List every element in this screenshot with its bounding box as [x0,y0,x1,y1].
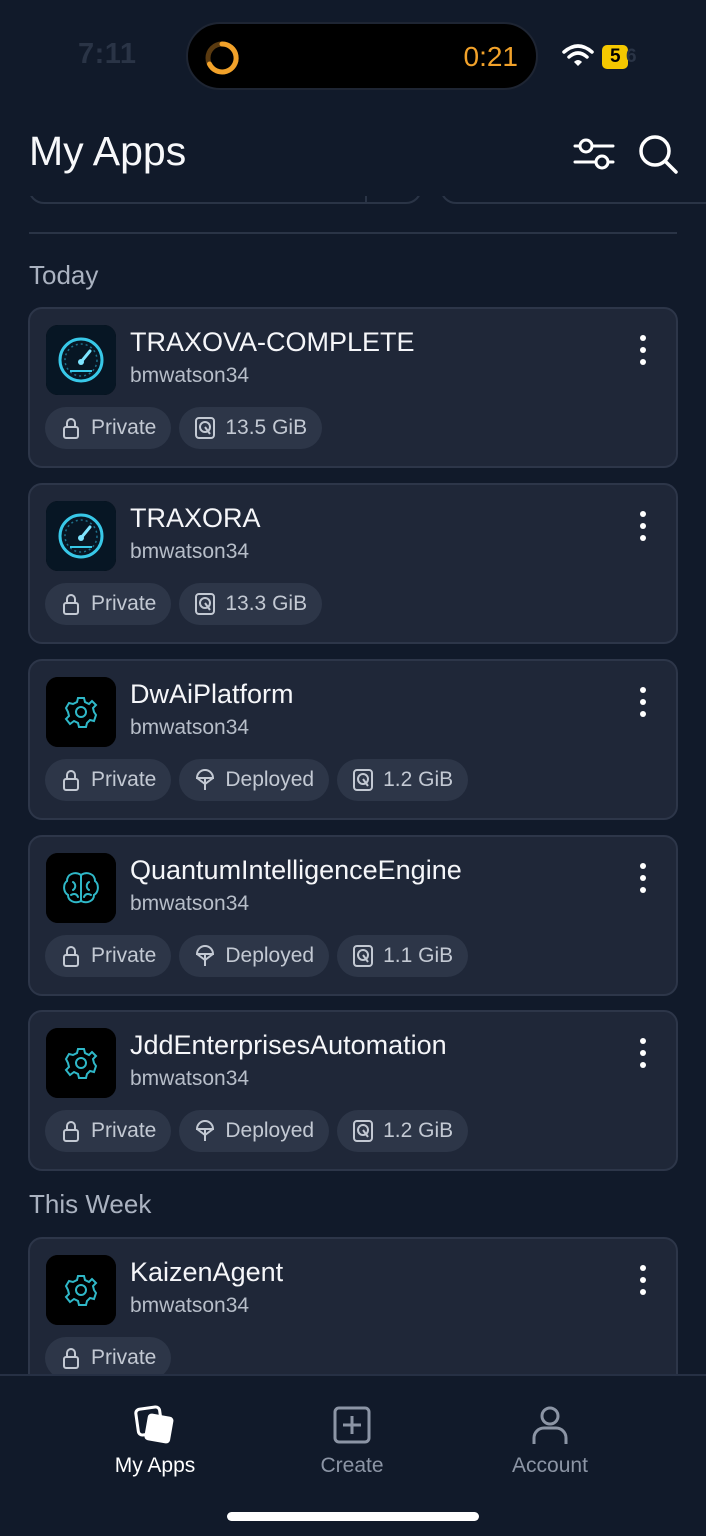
lock-icon [63,594,79,615]
page-title: My Apps [29,128,187,174]
app-card[interactable]: JddEnterprisesAutomation bmwatson34 Priv… [28,1010,678,1171]
size-badge: 1.2 GiB [337,759,469,801]
visibility-badge: Private [45,1110,172,1152]
speedometer-icon [46,501,116,571]
visibility-label: Private [91,1346,157,1369]
app-name: QuantumIntelligenceEngine [130,855,462,885]
lock-icon [63,770,79,791]
apps-list[interactable]: Today TRAXOVA-COMPLETE bmwatson34 Privat… [0,0,706,1374]
app-owner: bmwatson34 [130,716,250,739]
visibility-label: Private [91,1119,157,1142]
tab-label: Create [320,1454,384,1477]
disk-icon [195,593,216,615]
visibility-label: Private [91,768,157,791]
app-card[interactable]: DwAiPlatform bmwatson34 Private Deployed… [28,659,678,820]
home-indicator[interactable] [227,1512,479,1521]
deploy-icon [196,769,215,790]
tab-account[interactable]: Account [470,1404,630,1478]
deploy-icon [196,945,215,966]
app-name: TRAXOVA-COMPLETE [130,327,415,357]
deployed-badge: Deployed [179,935,330,977]
app-name: KaizenAgent [130,1257,284,1287]
search-icon[interactable] [637,133,679,175]
tab-my-apps[interactable]: My Apps [75,1404,235,1478]
deployed-badge: Deployed [179,1110,330,1152]
size-badge: 13.3 GiB [179,583,323,625]
more-options-icon[interactable] [630,685,656,719]
list-divider [29,232,677,234]
app-card[interactable]: QuantumIntelligenceEngine bmwatson34 Pri… [28,835,678,996]
size-label: 1.2 GiB [383,1119,454,1142]
deploy-icon [196,1120,215,1141]
app-card[interactable]: TRAXOVA-COMPLETE bmwatson34 Private 13.5… [28,307,678,468]
disk-icon [353,1120,374,1142]
size-label: 1.1 GiB [383,944,454,967]
gear-icon [46,1028,116,1098]
stacked-cards-icon [134,1405,174,1444]
app-name: DwAiPlatform [130,679,294,709]
visibility-label: Private [91,944,157,967]
visibility-badge: Private [45,583,172,625]
app-owner: bmwatson34 [130,892,250,915]
deployed-label: Deployed [225,944,315,967]
disk-icon [195,417,216,439]
lock-icon [63,1348,79,1369]
disk-icon [353,769,374,791]
app-owner: bmwatson34 [130,364,250,387]
gear-icon [46,1255,116,1325]
app-card[interactable]: TRAXORA bmwatson34 Private 13.3 GiB [28,483,678,644]
filter-sliders-icon[interactable] [573,134,615,174]
size-badge: 13.5 GiB [179,407,323,449]
visibility-badge: Private [45,1337,172,1374]
size-label: 1.2 GiB [383,768,454,791]
deployed-label: Deployed [225,768,315,791]
lock-icon [63,946,79,967]
lock-icon [63,418,79,439]
visibility-label: Private [91,592,157,615]
app-card[interactable]: KaizenAgent bmwatson34 Private [28,1237,678,1374]
more-options-icon[interactable] [630,1263,656,1297]
tab-create[interactable]: Create [272,1404,432,1478]
size-label: 13.5 GiB [225,416,308,439]
section-this-week: This Week [29,1189,152,1219]
gear-icon [46,677,116,747]
tab-label: Account [512,1454,588,1477]
more-options-icon[interactable] [630,1036,656,1070]
lock-icon [63,1121,79,1142]
size-badge: 1.2 GiB [337,1110,469,1152]
more-options-icon[interactable] [630,333,656,367]
size-badge: 1.1 GiB [337,935,469,977]
plus-square-icon [333,1406,371,1444]
deployed-badge: Deployed [179,759,330,801]
brain-icon [46,853,116,923]
app-owner: bmwatson34 [130,1294,250,1317]
more-options-icon[interactable] [630,509,656,543]
visibility-label: Private [91,416,157,439]
app-owner: bmwatson34 [130,540,250,563]
disk-icon [353,945,374,967]
app-name: TRAXORA [130,503,261,533]
app-owner: bmwatson34 [130,1067,250,1090]
size-label: 13.3 GiB [225,592,308,615]
person-icon [532,1406,568,1444]
my-apps-screen: 7:11 0:21 5 6 Today TRAXOVA-COMPLETE bmw… [0,0,706,1536]
visibility-badge: Private [45,759,172,801]
tab-label: My Apps [114,1454,196,1477]
more-options-icon[interactable] [630,861,656,895]
visibility-badge: Private [45,935,172,977]
deployed-label: Deployed [225,1119,315,1142]
visibility-badge: Private [45,407,172,449]
speedometer-icon [46,325,116,395]
app-name: JddEnterprisesAutomation [130,1030,447,1060]
section-today: Today [29,260,99,290]
